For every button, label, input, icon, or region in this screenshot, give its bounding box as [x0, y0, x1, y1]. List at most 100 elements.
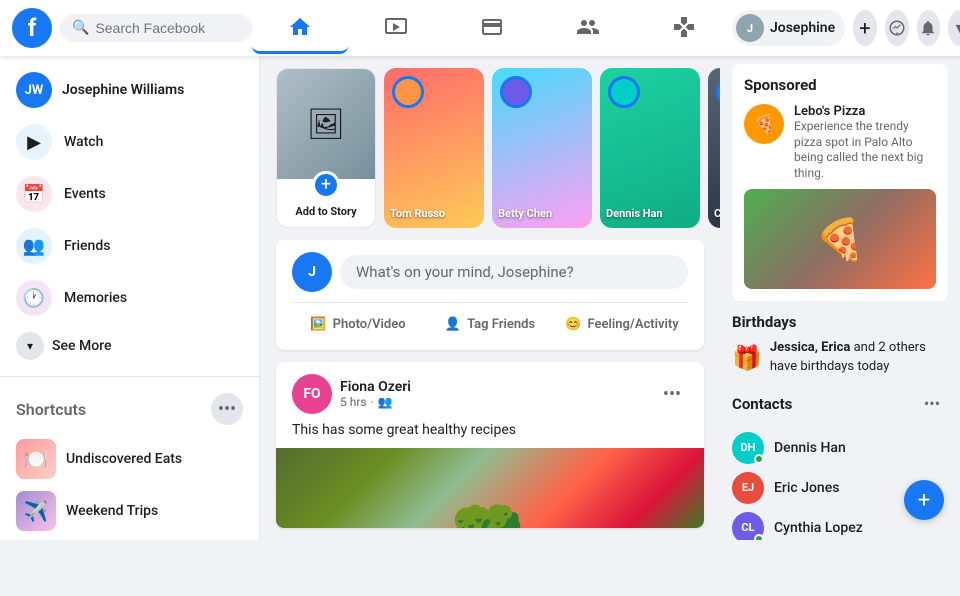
composer-feeling-btn[interactable]: 😊 Feeling/Activity: [556, 311, 688, 338]
story-cynthia-avatar: [716, 76, 720, 108]
nav-groups-btn[interactable]: [540, 2, 636, 54]
facebook-logo[interactable]: f: [12, 8, 52, 48]
contacts-title: Contacts: [732, 395, 792, 413]
watch-icon: ▶: [16, 124, 52, 160]
post-user-details: Fiona Ozeri 5 hrs · 👥: [340, 379, 411, 409]
shortcut-undiscovered[interactable]: 🍽️ Undiscovered Eats: [4, 433, 255, 485]
nav-gaming-btn[interactable]: [636, 2, 732, 54]
birthday-icon: 🎁: [732, 344, 762, 372]
story-dennis-avatar: [608, 76, 640, 108]
post-time: 5 hrs: [340, 395, 367, 409]
shortcuts-more-btn[interactable]: •••: [211, 393, 243, 425]
stories-row: 🖼 + Add to Story Tom Russo Betty Chen De…: [276, 68, 704, 228]
online-dot: [754, 454, 764, 464]
birthdays-section: Birthdays 🎁 Jessica, Erica and 2 others …: [732, 313, 948, 375]
user-pill[interactable]: J Josephine: [732, 10, 845, 46]
birthday-names: Jessica, Erica: [770, 340, 850, 355]
topnav-center: [252, 2, 732, 54]
sponsored-desc: Experience the trendy pizza spot in Palo…: [794, 119, 936, 181]
contact-cynthia-name: Cynthia Lopez: [774, 520, 863, 536]
composer-tag-btn[interactable]: 👤 Tag Friends: [424, 311, 556, 338]
notifications-btn[interactable]: [917, 10, 941, 46]
home-icon: [288, 15, 312, 39]
fab-new-chat[interactable]: +: [904, 480, 944, 520]
post-audience-icon: 👥: [378, 395, 393, 409]
sidebar-item-events[interactable]: 📅 Events: [4, 168, 255, 220]
story-add-bottom: + Add to Story: [277, 179, 375, 227]
post-composer: J What's on your mind, Josephine? 🖼️ Pho…: [276, 240, 704, 350]
sidebar-item-watch[interactable]: ▶ Watch: [4, 116, 255, 168]
sidebar-item-memories[interactable]: 🕐 Memories: [4, 272, 255, 324]
story-card-cynthia[interactable]: Cynthia Lopez: [708, 68, 720, 228]
sidebar-user-item[interactable]: JW Josephine Williams: [4, 64, 255, 116]
post-user-name[interactable]: Fiona Ozeri: [340, 379, 411, 395]
sponsored-name: Lebo's Pizza: [794, 104, 936, 119]
contact-item-dennis[interactable]: DH Dennis Han: [732, 428, 948, 468]
contacts-more-btn[interactable]: •••: [916, 388, 948, 420]
sponsored-section: Sponsored 🍕 Lebo's Pizza Experience the …: [732, 64, 948, 301]
sidebar-user-avatar: JW: [16, 72, 52, 108]
story-dennis-name: Dennis Han: [606, 207, 694, 220]
sponsored-item[interactable]: 🍕 Lebo's Pizza Experience the trendy piz…: [744, 104, 936, 181]
composer-feeling-label: Feeling/Activity: [587, 317, 678, 332]
memories-icon: 🕐: [16, 280, 52, 316]
username-label: Josephine: [770, 20, 835, 36]
composer-photo-btn[interactable]: 🖼️ Photo/Video: [292, 311, 424, 338]
story-betty-avatar: [500, 76, 532, 108]
dot-separator: ·: [371, 395, 374, 409]
sponsored-title: Sponsored: [744, 76, 936, 94]
birthdays-title: Birthdays: [732, 313, 948, 331]
see-more-label: See More: [52, 338, 111, 354]
shortcut-undiscovered-thumb: 🍽️: [16, 439, 56, 479]
composer-avatar: J: [292, 252, 332, 292]
nav-home-btn[interactable]: [252, 2, 348, 54]
shortcuts-header: Shortcuts •••: [0, 385, 259, 433]
sponsored-logo: 🍕: [744, 104, 784, 144]
post-user-info: FO Fiona Ozeri 5 hrs · 👥: [292, 374, 411, 414]
post-header: FO Fiona Ozeri 5 hrs · 👥 •••: [276, 362, 704, 422]
story-card-tom[interactable]: Tom Russo: [384, 68, 484, 228]
sidebar-item-friends[interactable]: 👥 Friends: [4, 220, 255, 272]
search-bar[interactable]: 🔍: [60, 14, 252, 42]
shortcut-weekend-label: Weekend Trips: [66, 503, 158, 519]
menu-btn[interactable]: ▾: [948, 10, 960, 46]
watch-icon: [384, 15, 408, 39]
sidebar-item-events-label: Events: [64, 186, 106, 202]
contact-cynthia-avatar: CL: [732, 512, 764, 540]
sponsored-image[interactable]: 🍕: [744, 189, 936, 289]
post-image: 🥦: [276, 448, 704, 528]
online-dot-cynthia: [754, 534, 764, 540]
main-feed: 🖼 + Add to Story Tom Russo Betty Chen De…: [260, 56, 720, 540]
marketplace-icon: [480, 15, 504, 39]
story-card-dennis[interactable]: Dennis Han: [600, 68, 700, 228]
contacts-header: Contacts •••: [732, 388, 948, 420]
gaming-icon: [672, 15, 696, 39]
add-btn[interactable]: +: [853, 10, 877, 46]
shortcuts-label: Shortcuts: [16, 400, 86, 419]
shortcut-undiscovered-label: Undiscovered Eats: [66, 451, 182, 467]
search-icon: 🔍: [72, 20, 89, 36]
composer-tag-label: Tag Friends: [467, 317, 535, 332]
composer-input[interactable]: What's on your mind, Josephine?: [340, 255, 688, 289]
story-tom-avatar: [392, 76, 424, 108]
photo-icon: 🖼️: [310, 317, 326, 332]
nav-watch-btn[interactable]: [348, 2, 444, 54]
groups-icon: [576, 15, 600, 39]
shortcut-weekend[interactable]: ✈️ Weekend Trips: [4, 485, 255, 537]
birthday-item[interactable]: 🎁 Jessica, Erica and 2 others have birth…: [732, 339, 948, 375]
story-add-card[interactable]: 🖼 + Add to Story: [276, 68, 376, 228]
topnav-right: J Josephine + ▾: [732, 10, 960, 46]
story-card-betty[interactable]: Betty Chen: [492, 68, 592, 228]
feeling-icon: 😊: [565, 317, 581, 332]
contact-dennis-name: Dennis Han: [774, 440, 846, 456]
post-more-btn[interactable]: •••: [656, 378, 688, 410]
post-avatar: FO: [292, 374, 332, 414]
nav-marketplace-btn[interactable]: [444, 2, 540, 54]
sidebar-see-more[interactable]: ▾ See More: [4, 324, 255, 368]
messenger-btn[interactable]: [885, 10, 909, 46]
add-circle-icon: +: [312, 171, 340, 199]
messenger-icon: [888, 19, 906, 37]
search-input[interactable]: [95, 20, 240, 36]
friends-icon: 👥: [16, 228, 52, 264]
page-layout: JW Josephine Williams ▶ Watch 📅 Events 👥…: [0, 56, 960, 540]
